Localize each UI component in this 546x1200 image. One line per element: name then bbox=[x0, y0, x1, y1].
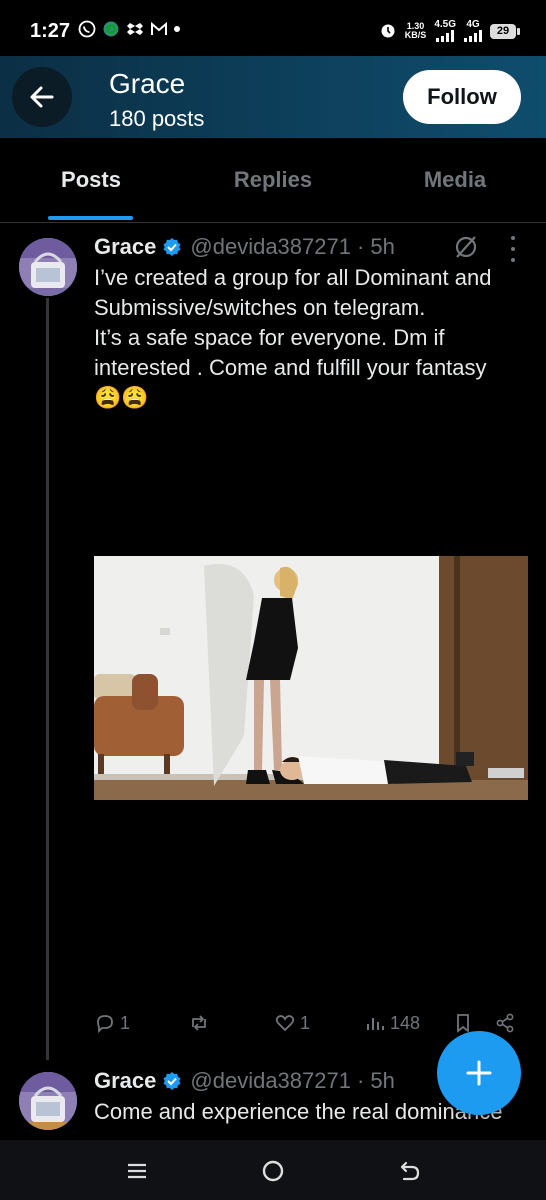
more-options-icon[interactable] bbox=[506, 236, 520, 262]
plus-icon bbox=[466, 1060, 492, 1086]
more-notifications-dot bbox=[174, 26, 180, 32]
tweet-header: Grace @devida387271 · 5h bbox=[94, 232, 395, 262]
status-time: 1:27 bbox=[30, 20, 71, 42]
views-button[interactable]: 148 bbox=[364, 1012, 420, 1034]
dropbox-icon bbox=[126, 20, 144, 38]
back-nav-button[interactable] bbox=[397, 1158, 423, 1184]
signal-1: 4.5G bbox=[434, 20, 456, 42]
avatar[interactable] bbox=[19, 1072, 77, 1130]
like-button[interactable]: 1 bbox=[274, 1012, 310, 1034]
profile-header: Grace 180 posts Follow bbox=[0, 56, 546, 138]
like-count: 1 bbox=[300, 1012, 311, 1033]
author-handle[interactable]: @devida387271 bbox=[190, 1068, 351, 1094]
grok-icon[interactable] bbox=[453, 234, 479, 260]
views-count: 148 bbox=[390, 1012, 421, 1033]
compose-button[interactable] bbox=[437, 1031, 521, 1115]
verified-badge-icon bbox=[163, 1072, 181, 1090]
views-icon bbox=[367, 1018, 384, 1030]
back-gesture-icon bbox=[400, 1161, 420, 1181]
signal-2: 4G bbox=[464, 20, 482, 42]
repost-icon bbox=[192, 1015, 206, 1031]
thread-line bbox=[46, 298, 49, 1060]
author-handle[interactable]: @devida387271 bbox=[190, 234, 351, 260]
home-button[interactable] bbox=[260, 1158, 286, 1184]
heart-icon bbox=[275, 1015, 295, 1032]
whatsapp-business-icon bbox=[102, 20, 120, 38]
back-button[interactable] bbox=[12, 67, 72, 127]
arrow-left-icon bbox=[30, 86, 54, 108]
profile-name: Grace bbox=[109, 68, 186, 99]
follow-button[interactable]: Follow bbox=[403, 70, 521, 124]
tab-media[interactable]: Media bbox=[364, 138, 546, 222]
network-speed: 1.30 KB/S bbox=[404, 21, 427, 40]
tweet-text: I’ve created a group for all Dominant an… bbox=[94, 265, 492, 410]
signal-bars-icon bbox=[436, 30, 455, 42]
system-nav-bar bbox=[0, 1140, 546, 1200]
author-name[interactable]: Grace bbox=[94, 1068, 156, 1094]
tweet-header: Grace @devida387271 · 5h bbox=[94, 1066, 395, 1096]
posts-count: 180 posts bbox=[109, 106, 205, 131]
tweet-photo[interactable] bbox=[94, 556, 528, 800]
reply-button[interactable]: 1 bbox=[94, 1012, 130, 1034]
alarm-icon bbox=[379, 21, 397, 42]
menu-icon bbox=[128, 1163, 146, 1179]
share-icon bbox=[496, 1013, 514, 1033]
gmail-icon bbox=[150, 20, 168, 38]
reply-icon bbox=[97, 1015, 113, 1034]
status-bar: 1:27 1.30 KB/S 4.5G 4G 29 bbox=[0, 0, 546, 56]
whatsapp-icon bbox=[78, 20, 96, 38]
avatar[interactable] bbox=[19, 238, 77, 296]
recents-button[interactable] bbox=[124, 1158, 150, 1184]
post-time: · 5h bbox=[356, 1068, 395, 1093]
profile-tabs: Posts Replies Media bbox=[0, 138, 546, 223]
system-indicators: 1.30 KB/S 4.5G 4G 29 bbox=[379, 20, 520, 42]
post-time: · 5h bbox=[356, 234, 395, 259]
battery-icon: 29 bbox=[490, 23, 520, 39]
home-circle-icon bbox=[262, 1160, 284, 1182]
signal-bars-icon bbox=[464, 30, 482, 42]
active-tab-indicator bbox=[48, 216, 133, 220]
share-button[interactable] bbox=[494, 1012, 516, 1034]
repost-button[interactable] bbox=[188, 1012, 214, 1034]
tab-posts[interactable]: Posts bbox=[0, 138, 182, 222]
author-name[interactable]: Grace bbox=[94, 234, 156, 260]
notification-icons bbox=[78, 20, 180, 38]
verified-badge-icon bbox=[163, 238, 181, 256]
tab-replies[interactable]: Replies bbox=[182, 138, 364, 222]
reply-count: 1 bbox=[120, 1012, 131, 1033]
